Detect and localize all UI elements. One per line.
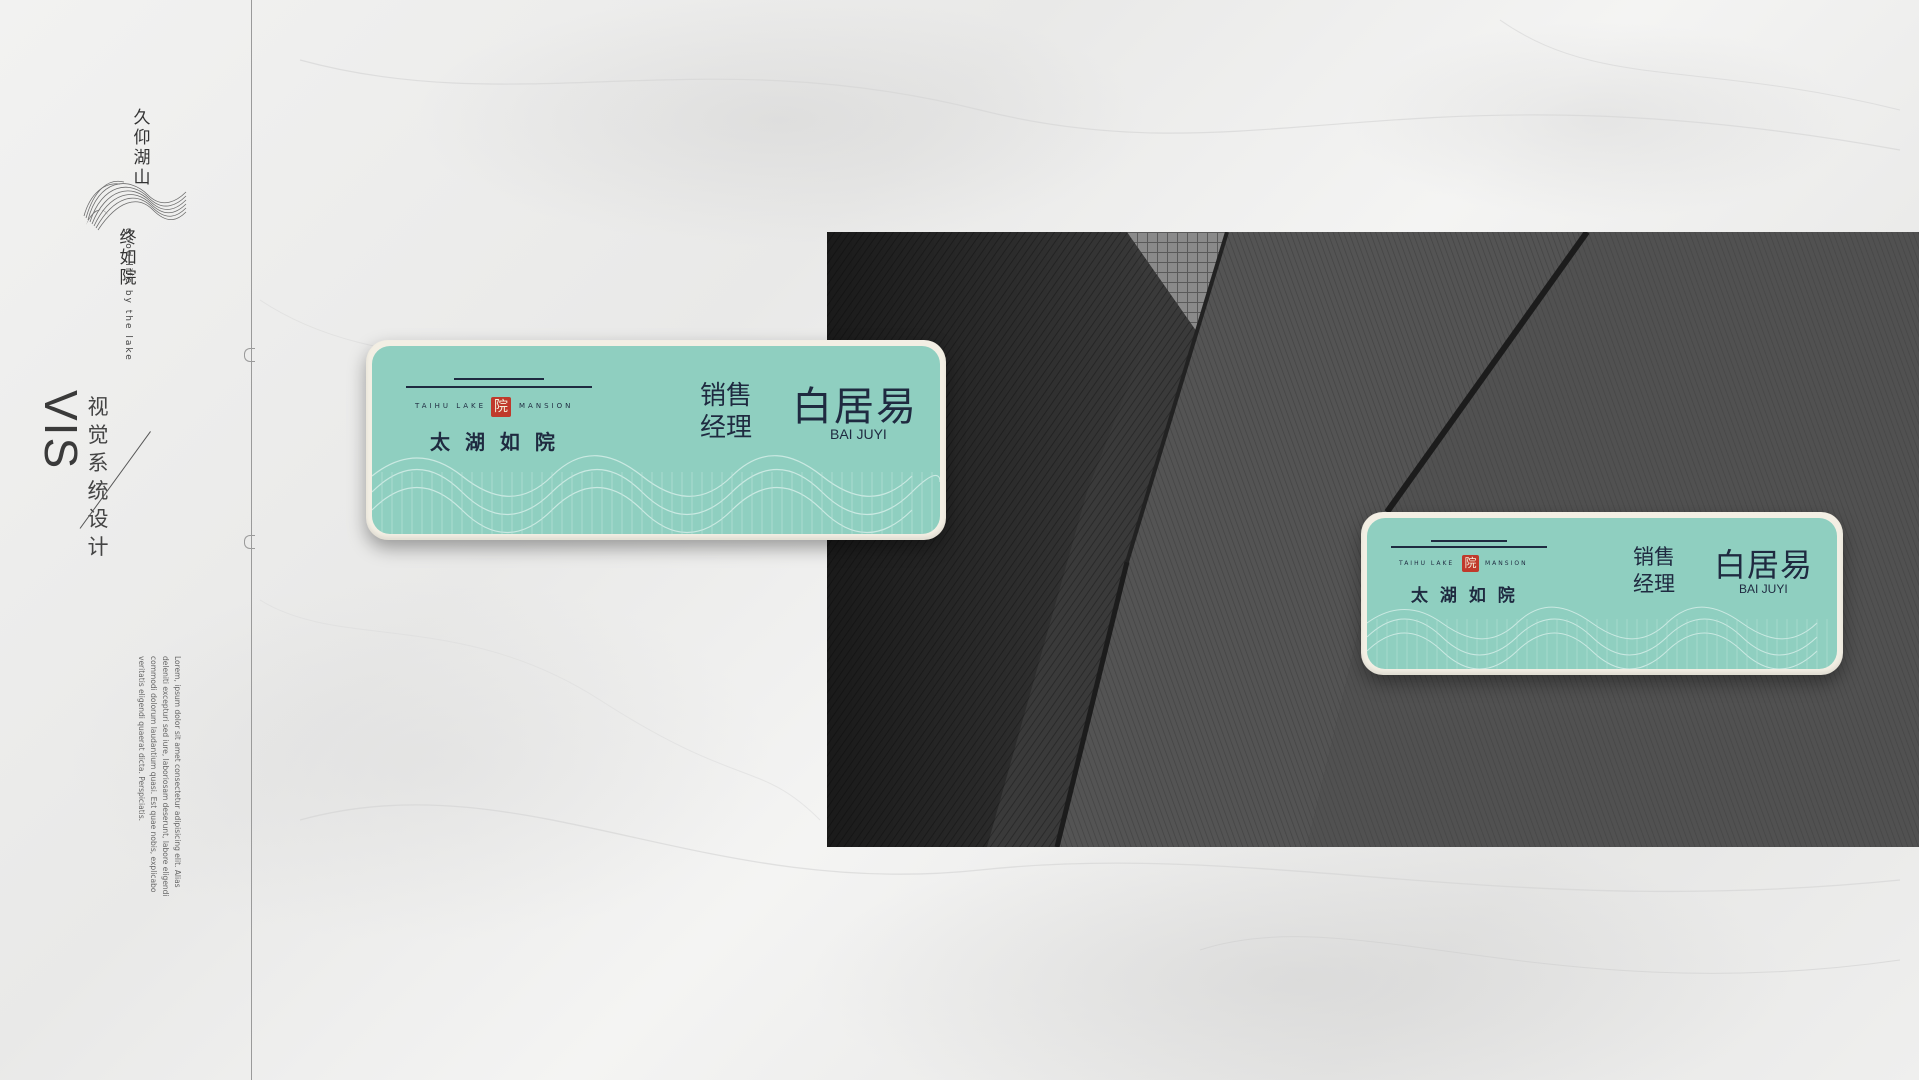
seal-logo-icon: 院 — [1462, 555, 1479, 572]
job-title-line-2: 经理 — [1633, 572, 1675, 596]
name-badge: TAIHU LAKE 院 MANSION 太 湖 如 院 销售 经理 白居易 B… — [366, 340, 946, 540]
job-title-line-2: 经理 — [700, 413, 753, 443]
seal-logo-icon: 院 — [491, 397, 511, 417]
person-name: 白居易 — [1714, 546, 1814, 584]
sidebar-logo: 久仰湖山 终如院 good life by the lake — [70, 100, 200, 362]
person-name-roman: BAI JUYI — [1739, 582, 1788, 596]
logo-roof-line — [1431, 540, 1507, 542]
person-name-roman: BAI JUYI — [830, 426, 887, 442]
logo-roof-line — [454, 378, 544, 380]
wave-pattern — [372, 455, 940, 534]
poem-line-1: 久仰湖山 — [133, 108, 151, 188]
person-name: 白居易 — [792, 384, 918, 430]
job-title-line-1: 销售 — [1633, 545, 1675, 569]
wave-pattern — [1367, 606, 1828, 669]
page-title: VIS — [35, 390, 87, 471]
brand-en-left: TAIHU LAKE — [1399, 560, 1455, 567]
brand-en-left: TAIHU LAKE — [415, 402, 487, 410]
brand-cn: 太 湖 如 院 — [1411, 586, 1518, 606]
page-subtitle: 视觉系统设计 — [87, 395, 109, 559]
logo-roof-line — [406, 386, 592, 388]
logo-roof-line — [1391, 546, 1547, 548]
brand-en-right: MANSION — [519, 402, 574, 410]
rail-notch — [244, 535, 255, 549]
rail-notch — [244, 348, 255, 362]
name-badge: TAIHU LAKE 院 MANSION 太 湖 如 院 销售 经理 白居易 B… — [1361, 512, 1843, 675]
brand-cn: 太 湖 如 院 — [430, 430, 559, 454]
brand-en-right: MANSION — [1485, 560, 1528, 567]
body-text: Lorem, ipsum dolor sit amet consectetur … — [137, 656, 182, 897]
job-title-line-1: 销售 — [700, 381, 753, 411]
tagline: good life by the lake — [123, 228, 133, 362]
